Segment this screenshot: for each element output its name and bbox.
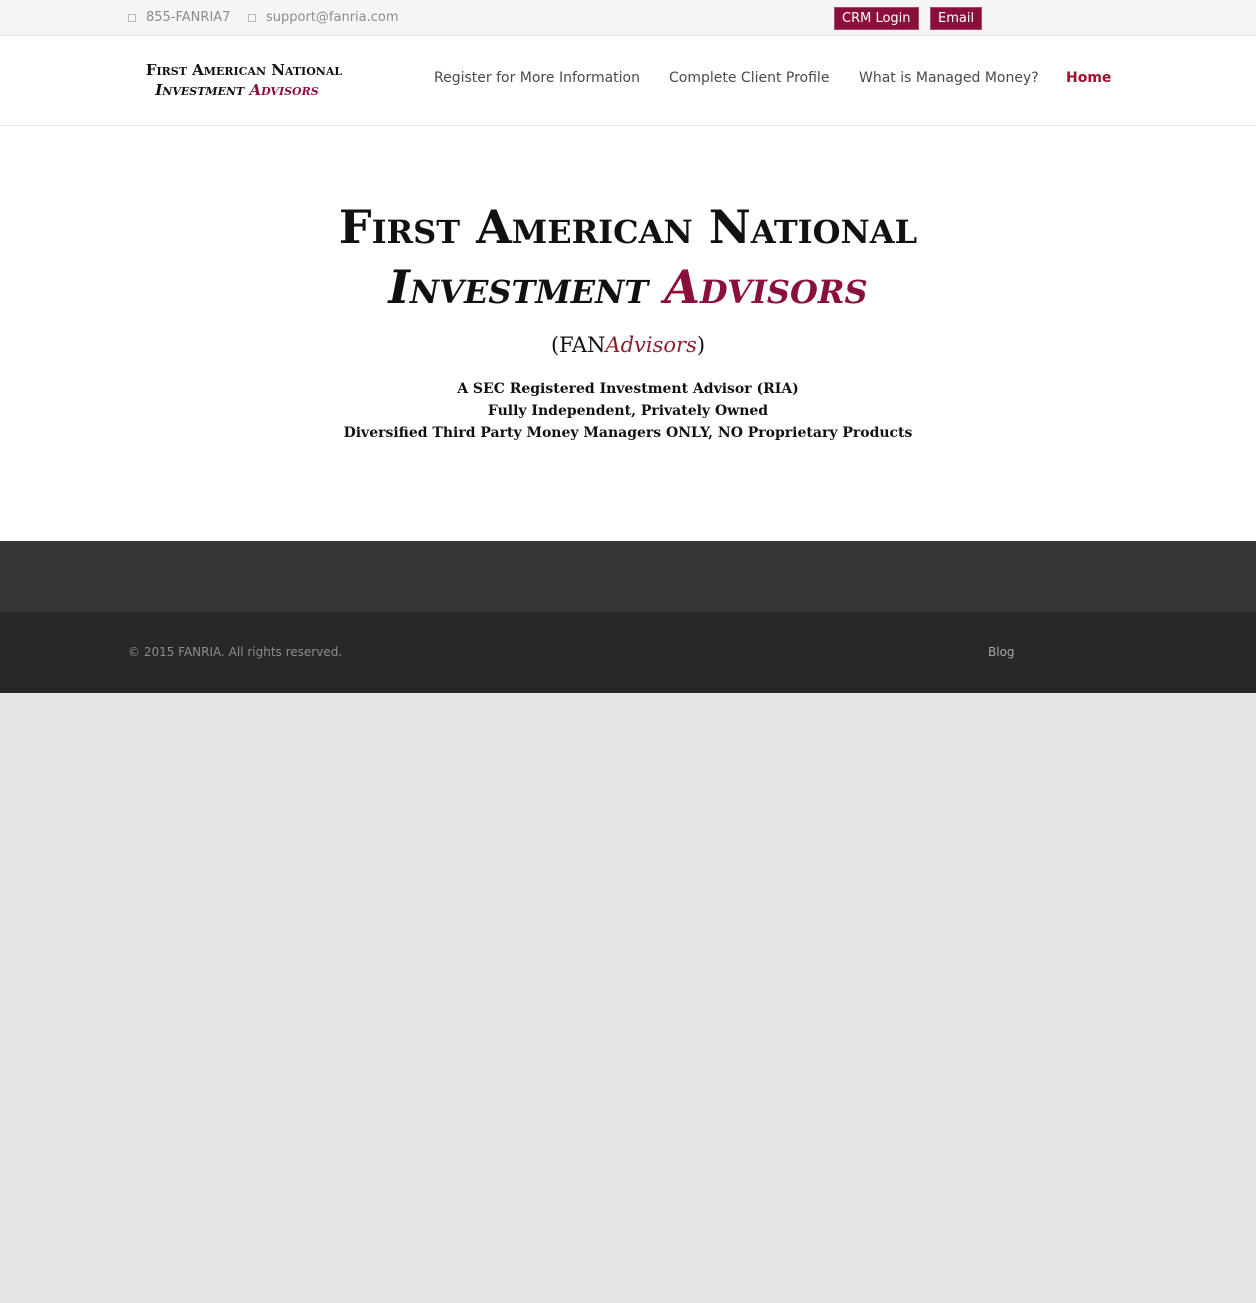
email-button[interactable]: Email (930, 7, 983, 30)
footer-link-blog[interactable]: Blog (988, 645, 1015, 659)
hero-word-investment: Investment (388, 260, 649, 314)
hero-title-line-1: First American National (338, 200, 918, 254)
hero-banner: First American National Investment Advis… (128, 198, 1128, 444)
copyright-text: © 2015 FANRIA. All rights reserved. (128, 645, 343, 659)
site-footer: © 2015 FANRIA. All rights reserved. Blog (0, 612, 1256, 693)
hero-word-advisors: Advisors (664, 260, 868, 314)
logo-word-investment: Investment (155, 81, 245, 99)
tagline-managers: Diversified Third Party Money Managers O… (343, 425, 913, 441)
crm-login-button[interactable]: CRM Login (834, 7, 919, 30)
main-content: First American National Investment Advis… (0, 126, 1256, 541)
hero-taglines: A SEC Registered Investment Advisor (RIA… (128, 378, 1128, 444)
phone-number: 855-FANRIA7 (146, 10, 231, 25)
hero-title-line-2: Investment Advisors (128, 256, 1128, 318)
nav-managed-money[interactable]: What is Managed Money? (859, 70, 1039, 86)
envelope-icon (248, 13, 256, 22)
nav-home[interactable]: Home (1066, 70, 1111, 86)
top-bar: 855-FANRIA7 support@fanria.com CRM Login… (0, 0, 1256, 36)
logo-line-1: First American National (145, 61, 343, 79)
abbr-close: ) (696, 333, 706, 357)
hero-abbreviation: (FANAdvisors) (128, 330, 1128, 360)
nav-register[interactable]: Register for More Information (434, 70, 640, 86)
tagline-ria: A SEC Registered Investment Advisor (RIA… (457, 381, 799, 397)
tagline-independent: Fully Independent, Privately Owned (487, 403, 769, 419)
site-logo[interactable]: First American National Investment Advis… (144, 60, 344, 100)
nav-client-profile[interactable]: Complete Client Profile (669, 70, 829, 86)
site-header: First American National Investment Advis… (0, 36, 1256, 126)
abbr-open: (FAN (550, 333, 606, 357)
email-address: support@fanria.com (266, 10, 399, 25)
logo-word-advisors: Advisors (249, 81, 319, 99)
phone-contact[interactable]: 855-FANRIA7 (128, 10, 230, 25)
abbr-italic: Advisors (605, 333, 697, 357)
phone-icon (128, 13, 136, 22)
logo-line-2: Investment Advisors (130, 80, 344, 100)
email-contact[interactable]: support@fanria.com (248, 10, 399, 25)
footer-widgets (0, 541, 1256, 612)
